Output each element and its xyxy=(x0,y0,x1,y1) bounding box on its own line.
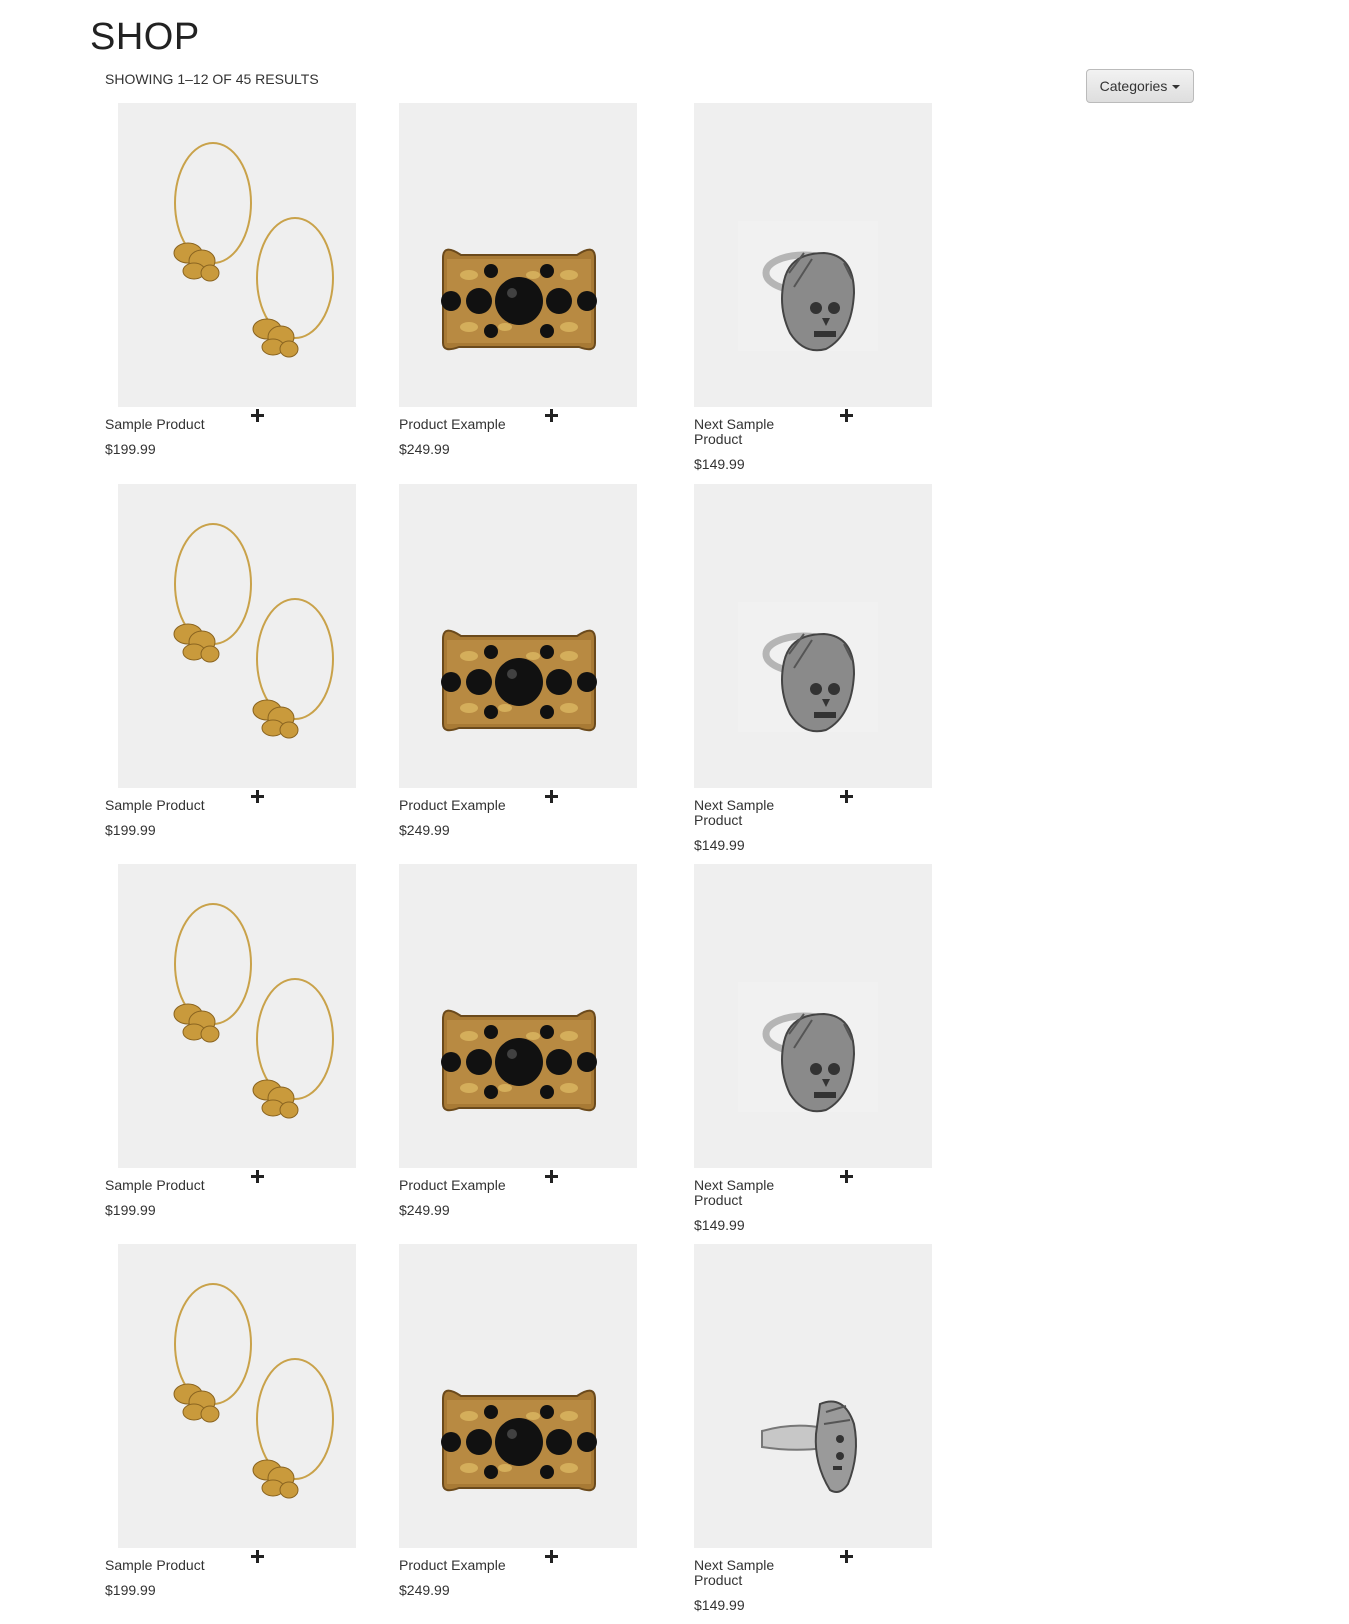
product-name[interactable]: Product Example xyxy=(399,1558,539,1573)
product-card: Sample Product $199.99 xyxy=(105,864,395,1244)
product-name[interactable]: Sample Product xyxy=(105,1558,245,1573)
product-price: $199.99 xyxy=(105,1582,156,1598)
product-name[interactable]: Product Example xyxy=(399,798,539,813)
product-image[interactable] xyxy=(118,864,356,1168)
plus-icon[interactable] xyxy=(840,409,854,423)
product-card: Product Example $249.99 xyxy=(399,484,689,864)
product-name[interactable]: Product Example xyxy=(399,1178,539,1193)
product-name[interactable]: Next Sample Product xyxy=(694,1178,784,1208)
product-image[interactable] xyxy=(399,1244,637,1548)
plus-icon[interactable] xyxy=(545,1550,559,1564)
product-name[interactable]: Next Sample Product xyxy=(694,1558,784,1588)
product-name[interactable]: Sample Product xyxy=(105,1178,245,1193)
product-image[interactable] xyxy=(399,864,637,1168)
plus-icon[interactable] xyxy=(251,409,265,423)
product-price: $149.99 xyxy=(694,1217,745,1233)
product-price: $199.99 xyxy=(105,822,156,838)
product-price: $249.99 xyxy=(399,1202,450,1218)
result-count: SHOWING 1–12 OF 45 RESULTS xyxy=(105,71,319,87)
product-image[interactable] xyxy=(399,484,637,788)
categories-dropdown-button[interactable]: Categories xyxy=(1086,69,1194,103)
plus-icon[interactable] xyxy=(251,1550,265,1564)
product-name[interactable]: Sample Product xyxy=(105,417,245,432)
product-card: Next Sample Product $149.99 xyxy=(694,103,984,483)
product-name[interactable]: Sample Product xyxy=(105,798,245,813)
product-image[interactable] xyxy=(118,484,356,788)
product-card: Product Example $249.99 xyxy=(399,103,689,483)
product-name[interactable]: Next Sample Product xyxy=(694,417,784,447)
plus-icon[interactable] xyxy=(545,409,559,423)
plus-icon[interactable] xyxy=(840,1170,854,1184)
plus-icon[interactable] xyxy=(840,790,854,804)
product-price: $249.99 xyxy=(399,822,450,838)
product-card: Next Sample Product $149.99 xyxy=(694,484,984,864)
product-card: Next Sample Product $149.99 xyxy=(694,1244,984,1624)
product-price: $149.99 xyxy=(694,837,745,853)
product-card: Sample Product $199.99 xyxy=(105,1244,395,1624)
product-price: $149.99 xyxy=(694,1597,745,1613)
product-price: $199.99 xyxy=(105,1202,156,1218)
product-image[interactable] xyxy=(694,1244,932,1548)
caret-down-icon xyxy=(1172,85,1181,89)
plus-icon[interactable] xyxy=(840,1550,854,1564)
product-image[interactable] xyxy=(399,103,637,407)
categories-label: Categories xyxy=(1099,78,1168,94)
product-card: Product Example $249.99 xyxy=(399,864,689,1244)
product-price: $249.99 xyxy=(399,441,450,457)
product-card: Sample Product $199.99 xyxy=(105,484,395,864)
product-card: Next Sample Product $149.99 xyxy=(694,864,984,1244)
plus-icon[interactable] xyxy=(545,1170,559,1184)
product-price: $249.99 xyxy=(399,1582,450,1598)
plus-icon[interactable] xyxy=(251,790,265,804)
product-name[interactable]: Product Example xyxy=(399,417,539,432)
product-card: Product Example $249.99 xyxy=(399,1244,689,1624)
plus-icon[interactable] xyxy=(251,1170,265,1184)
product-image[interactable] xyxy=(118,103,356,407)
plus-icon[interactable] xyxy=(545,790,559,804)
product-image[interactable] xyxy=(694,864,932,1168)
product-image[interactable] xyxy=(694,484,932,788)
page-title: SHOP xyxy=(90,16,200,58)
product-image[interactable] xyxy=(118,1244,356,1548)
product-price: $149.99 xyxy=(694,456,745,472)
product-card: Sample Product $199.99 xyxy=(105,103,395,483)
product-name[interactable]: Next Sample Product xyxy=(694,798,784,828)
product-price: $199.99 xyxy=(105,441,156,457)
product-image[interactable] xyxy=(694,103,932,407)
